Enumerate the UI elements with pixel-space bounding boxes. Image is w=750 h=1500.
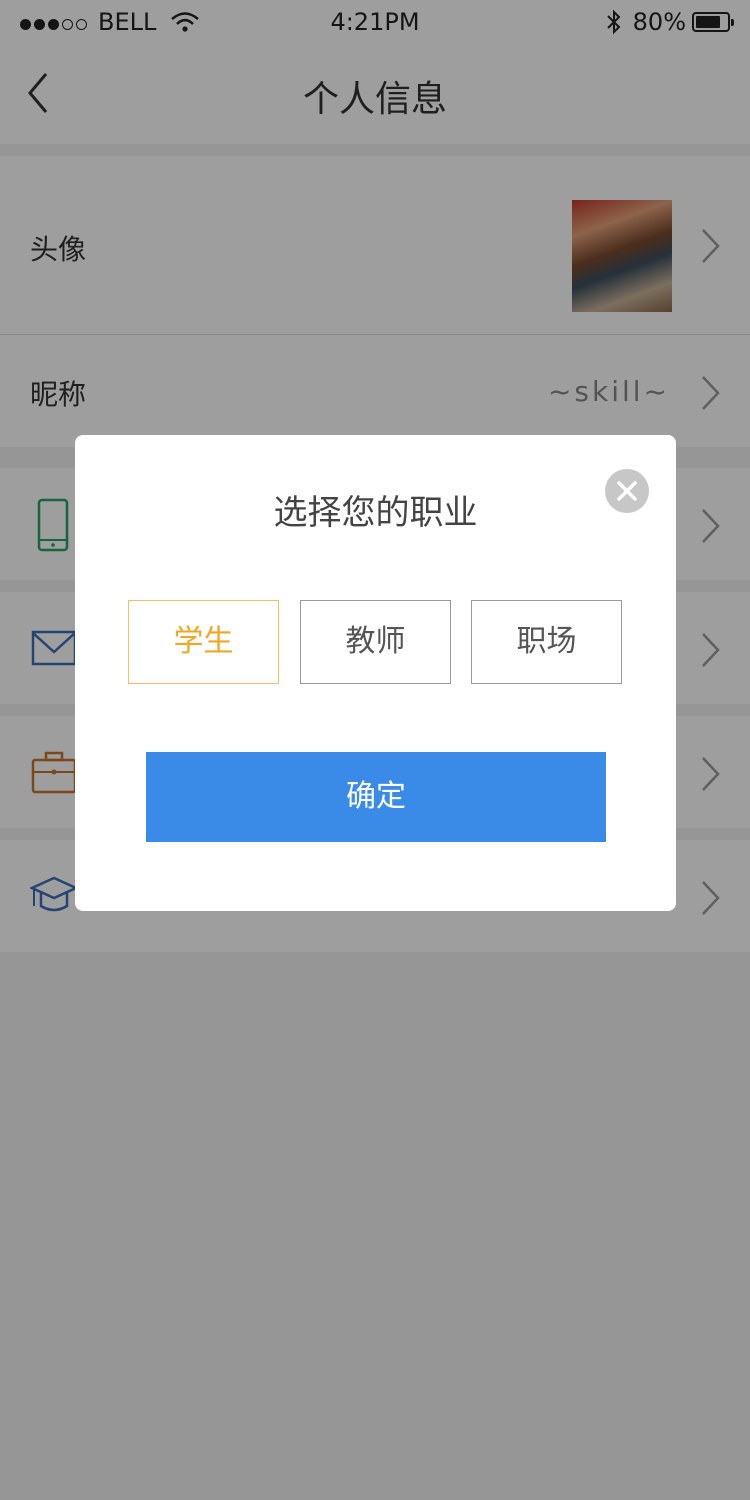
option-student[interactable]: 学生	[128, 600, 279, 684]
close-button[interactable]	[605, 469, 649, 513]
option-teacher[interactable]: 教师	[300, 600, 451, 684]
occupation-modal: 选择您的职业 学生 教师 职场 确定	[75, 435, 676, 911]
modal-title: 选择您的职业	[273, 493, 478, 533]
occupation-options: 学生 教师 职场	[128, 600, 624, 686]
confirm-button[interactable]: 确定	[146, 752, 606, 842]
close-icon	[617, 481, 637, 501]
option-workplace[interactable]: 职场	[471, 600, 622, 684]
